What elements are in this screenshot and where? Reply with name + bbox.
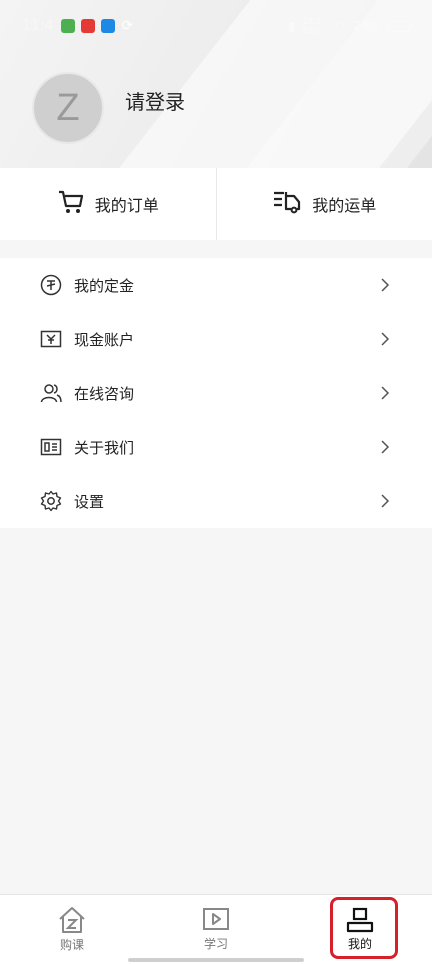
tab-label: 学习	[203, 937, 228, 951]
menu-item-cash-account[interactable]: 现金账户	[0, 312, 432, 366]
home-course-icon	[59, 907, 85, 933]
status-time: 11:4	[22, 18, 54, 34]
chevron-right-icon	[381, 386, 390, 400]
tab-study[interactable]: 学习	[144, 895, 288, 964]
chevron-right-icon	[381, 494, 390, 508]
menu-item-label: 现金账户	[74, 330, 135, 349]
tab-label: 购课	[59, 938, 84, 952]
notification-app-icon	[61, 19, 76, 33]
menu-item-about-us[interactable]: 关于我们	[0, 420, 432, 474]
sync-icon: ⟳	[121, 18, 134, 34]
menu-item-settings[interactable]: 设置	[0, 474, 432, 528]
chevron-right-icon	[381, 440, 390, 454]
notification-app-icon	[101, 19, 116, 33]
notification-app-icon	[81, 19, 96, 33]
login-link[interactable]: 请登录	[125, 86, 185, 115]
network-speed: 24.3 KB/s	[302, 17, 321, 35]
tab-buy-course[interactable]: 购课	[0, 895, 144, 964]
my-orders-button[interactable]: 我的订单	[0, 168, 216, 240]
deposit-icon	[40, 274, 62, 296]
about-us-icon	[40, 436, 62, 458]
online-consult-icon	[40, 382, 62, 404]
chevron-right-icon	[381, 278, 390, 292]
menu-item-label: 关于我们	[74, 438, 135, 457]
cart-icon	[57, 188, 85, 220]
vibrate-icon: ▮	[288, 19, 295, 33]
avatar-initial: Z	[56, 86, 80, 129]
cash-account-icon	[40, 328, 62, 350]
orders-row: 我的订单 我的运单	[0, 168, 432, 240]
avatar[interactable]: Z	[32, 72, 104, 144]
settings-menu: 我的定金 现金账户 在线咨询 关于我们 设置	[0, 258, 432, 528]
my-shipments-button[interactable]: 我的运单	[217, 168, 432, 240]
wifi-icon: ◠	[334, 19, 346, 33]
settings-icon	[40, 490, 62, 512]
menu-item-deposit[interactable]: 我的定金	[0, 258, 432, 312]
chevron-right-icon	[381, 332, 390, 346]
menu-item-label: 设置	[74, 492, 105, 511]
play-icon	[203, 908, 229, 930]
home-indicator[interactable]	[128, 958, 304, 962]
truck-icon	[272, 188, 302, 220]
menu-item-label: 我的定金	[74, 276, 135, 295]
menu-item-label: 在线咨询	[74, 384, 135, 403]
battery-icon	[388, 20, 413, 32]
menu-item-online-consult[interactable]: 在线咨询	[0, 366, 432, 420]
battery-percent: 24%	[353, 19, 380, 33]
my-orders-label: 我的订单	[94, 196, 159, 215]
active-tab-highlight	[330, 897, 398, 959]
status-bar: 11:4 ⟳ ▮ 24.3 KB/s ◠ 24%	[0, 0, 432, 52]
my-shipments-label: 我的运单	[312, 196, 377, 215]
